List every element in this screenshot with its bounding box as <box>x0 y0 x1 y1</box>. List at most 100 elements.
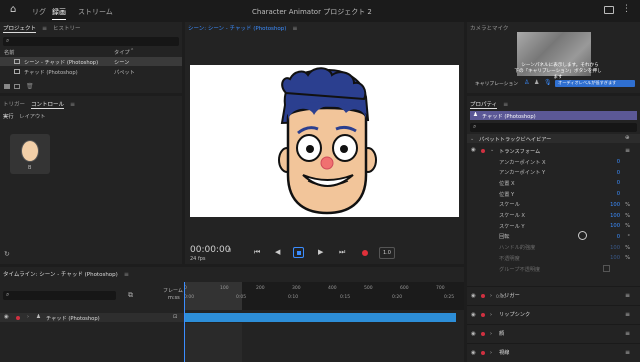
menu-icon[interactable]: ≡ <box>124 271 129 278</box>
menu-icon[interactable]: ≡ <box>625 147 630 154</box>
tab-properties[interactable]: プロパティ <box>470 100 498 109</box>
record-dot-icon[interactable] <box>481 293 485 298</box>
property-row[interactable]: スケール Y 100% <box>467 221 640 231</box>
menu-icon[interactable]: ≡ <box>625 292 630 299</box>
trash-icon[interactable]: 🗑 <box>26 83 34 90</box>
property-row[interactable]: グループ不透明度 <box>467 264 640 274</box>
record-dot-icon[interactable] <box>481 312 485 317</box>
track-row[interactable]: ◉ › ♟ チャッド (Photoshop) ⊡ <box>0 313 184 322</box>
lock-icon[interactable]: ⊡ <box>173 314 177 320</box>
mic-icon[interactable]: 🎙 <box>544 79 552 86</box>
link-icon[interactable]: ⧉ <box>128 291 133 300</box>
stop-button[interactable] <box>293 247 304 258</box>
behavior-section-header[interactable]: ⌄ パペットトラックビヘイビアー ⊕ <box>467 134 640 143</box>
zoom-button[interactable]: 1.0 <box>379 247 395 259</box>
property-value[interactable]: 100 <box>610 202 620 208</box>
property-value[interactable]: 100 <box>610 213 620 219</box>
tab-project[interactable]: プロジェクト <box>3 24 37 33</box>
menu-icon[interactable]: ≡ <box>292 25 297 32</box>
column-type[interactable]: タイプ <box>114 49 130 56</box>
record-button[interactable] <box>362 250 368 256</box>
menu-icon[interactable]: ≡ <box>70 101 75 108</box>
refresh-icon[interactable]: ↻ <box>4 250 10 258</box>
menu-icon[interactable]: ≡ <box>42 25 47 32</box>
tab-stream[interactable]: ストリーム <box>78 7 113 17</box>
property-search-input[interactable]: ⌕ <box>470 123 637 132</box>
property-row[interactable]: 位置 Y 0 <box>467 189 640 199</box>
visibility-icon[interactable]: ◉ <box>471 293 476 299</box>
record-dot-icon[interactable] <box>481 149 485 153</box>
column-name[interactable]: 名前 <box>4 49 14 56</box>
property-row[interactable]: 位置 X 0 <box>467 178 640 188</box>
property-row[interactable]: スケール 100% <box>467 200 640 210</box>
list-item[interactable]: チャッド (Photoshop) パペット <box>0 67 182 76</box>
property-value[interactable]: 0 <box>617 170 620 176</box>
subtab-run[interactable]: 実行 <box>3 113 13 120</box>
property-value[interactable]: 0 <box>617 159 620 165</box>
tab-triggers[interactable]: トリガー <box>3 100 25 108</box>
playhead[interactable] <box>184 282 185 362</box>
rotation-dial-icon[interactable] <box>578 230 587 240</box>
tab-history[interactable]: ヒストリー <box>53 24 81 32</box>
group-opacity-checkbox[interactable] <box>603 265 610 272</box>
timeline-search-input[interactable]: ⌕ <box>3 291 116 300</box>
property-row[interactable]: アンカーポイント X 0 <box>467 157 640 167</box>
step-back-icon[interactable]: ◀ <box>275 248 280 256</box>
property-value[interactable]: 100 <box>610 245 620 251</box>
property-value[interactable]: 0 <box>617 180 620 186</box>
tab-timeline[interactable]: タイムライン: シーン - チャッド (Photoshop) <box>3 270 118 278</box>
new-item-icon[interactable] <box>14 84 20 89</box>
search-input[interactable]: ⌕ <box>3 37 179 46</box>
menu-icon[interactable]: ≡ <box>625 311 630 318</box>
visibility-icon[interactable]: ◉ <box>471 350 476 356</box>
property-value[interactable]: 100 <box>610 255 620 261</box>
subtab-layout[interactable]: レイアウト <box>19 113 45 120</box>
property-row[interactable]: 不透明度 100% <box>467 253 640 263</box>
step-forward-icon[interactable]: ⏭ <box>339 248 345 257</box>
trigger-tile[interactable]: B <box>10 134 50 174</box>
behavior-row[interactable]: ◉ › 顔 ≡ <box>467 324 640 342</box>
record-dot-icon[interactable] <box>481 331 485 336</box>
tab-camera-mic[interactable]: カメラとマイク <box>470 24 508 32</box>
walk-icon[interactable]: ♟ <box>534 79 539 86</box>
behavior-row[interactable]: ◉ › 視線 ≡ <box>467 343 640 361</box>
add-behavior-icon[interactable]: ⊕ <box>625 135 630 141</box>
tab-scene[interactable]: シーン: シーン - チャッド (Photoshop) <box>188 24 286 32</box>
property-row[interactable]: 回転 0 ° <box>467 230 640 242</box>
tab-rig[interactable]: リグ <box>32 7 46 17</box>
transform-header[interactable]: ◉ ⌄ トランスフォーム ≡ <box>467 146 640 155</box>
visibility-icon[interactable]: ◉ <box>4 314 9 320</box>
play-icon[interactable]: ▶ <box>318 248 323 256</box>
property-value[interactable]: 100 <box>610 223 620 229</box>
calibrate-button[interactable]: キャリブレーション <box>475 80 518 87</box>
property-row[interactable]: ハンドル的強度 100% <box>467 243 640 253</box>
visibility-icon[interactable]: ◉ <box>471 312 476 318</box>
ruler[interactable]: 0 100 200 300 400 500 600 700 0:00 0:05 0:10 0:15 0… <box>184 282 506 310</box>
menu-icon[interactable]: ≡ <box>625 349 630 356</box>
track-bar[interactable] <box>184 313 456 322</box>
property-row[interactable]: アンカーポイント Y 0 <box>467 168 640 178</box>
folder-icon[interactable] <box>4 84 10 89</box>
chat-icon[interactable] <box>604 6 614 14</box>
tab-controls[interactable]: コントロール <box>31 100 65 109</box>
property-value[interactable]: 0 <box>617 234 620 240</box>
go-to-start-icon[interactable]: ⏮ <box>254 248 260 257</box>
chevron-right-icon[interactable]: › <box>490 293 492 299</box>
timecode[interactable]: 00:00:00 <box>190 245 230 255</box>
home-icon[interactable]: ⌂ <box>10 4 16 15</box>
chevron-right-icon[interactable]: › <box>490 331 492 337</box>
behavior-row[interactable]: ◉ › リップシンク ≡ <box>467 305 640 323</box>
property-row[interactable]: スケール X 100% <box>467 211 640 221</box>
menu-icon[interactable]: ≡ <box>625 330 630 337</box>
visibility-icon[interactable]: ◉ <box>471 331 476 337</box>
person-icon[interactable]: ♙ <box>524 79 529 86</box>
chevron-right-icon[interactable]: › <box>490 312 492 318</box>
tab-record[interactable]: 録画 <box>52 7 66 20</box>
record-dot-icon[interactable] <box>16 315 20 320</box>
list-item[interactable]: シーン - チャッド (Photoshop) シーン <box>0 57 182 66</box>
behavior-row[interactable]: ◉ › トリガー ≡ <box>467 286 640 304</box>
property-value[interactable]: 0 <box>617 191 620 197</box>
menu-icon[interactable]: ≡ <box>503 101 508 108</box>
visibility-icon[interactable]: ◉ <box>471 147 476 153</box>
more-icon[interactable]: ⋮ <box>622 4 631 14</box>
